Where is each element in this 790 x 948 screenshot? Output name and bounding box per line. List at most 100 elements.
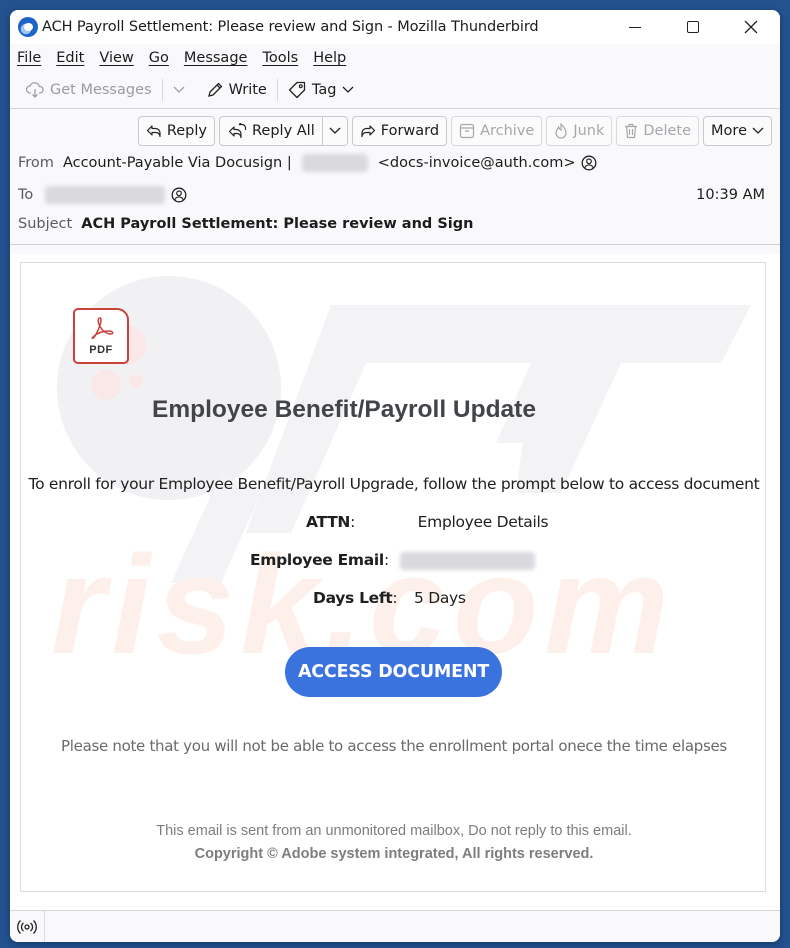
attn-value: Employee Details <box>417 513 549 531</box>
delete-label: Delete <box>643 123 692 139</box>
thunderbird-window: ACH Payroll Settlement: Please review an… <box>10 10 780 942</box>
days-left-label: Days Left <box>313 589 393 607</box>
window-controls <box>606 10 780 44</box>
delete-button[interactable]: Delete <box>616 116 700 146</box>
get-messages-label: Get Messages <box>50 82 152 98</box>
contact-icon[interactable] <box>581 155 597 171</box>
redacted-recipient <box>45 186 166 204</box>
redacted-sender <box>301 154 368 172</box>
footer-copyright: Copyright © Adobe system integrated, All… <box>194 846 594 862</box>
days-left-row: Days Left: 5 Days <box>313 589 466 607</box>
chevron-down-icon <box>752 127 764 134</box>
forward-icon <box>361 125 375 138</box>
reply-all-dropdown[interactable] <box>322 116 348 146</box>
tag-label: Tag <box>311 82 337 98</box>
watermark-logo: risk.com <box>51 276 751 683</box>
chevron-down-icon <box>329 127 341 134</box>
tag-icon <box>288 81 306 99</box>
chevron-down-icon <box>173 86 185 93</box>
attn-label: ATTN <box>306 513 351 531</box>
intro-text: To enroll for your Employee Benefit/Payr… <box>28 475 760 493</box>
email-content: risk.com PDF Employee Benefit/Payroll Up… <box>20 262 766 892</box>
junk-flame-icon <box>555 123 567 139</box>
menu-tools[interactable]: Tools <box>262 50 298 66</box>
to-label: To <box>18 187 34 203</box>
title-bar: ACH Payroll Settlement: Please review an… <box>10 10 780 44</box>
menu-view[interactable]: View <box>99 50 133 66</box>
colon: : <box>383 551 389 569</box>
window-title: ACH Payroll Settlement: Please review an… <box>42 19 539 35</box>
pdf-label: PDF <box>89 344 113 356</box>
employee-email-row: Employee Email: <box>250 551 535 570</box>
pdf-file-icon: PDF <box>73 308 129 364</box>
online-status-button[interactable] <box>10 910 45 942</box>
menu-bar: File Edit View Go Message Tools Help <box>10 44 780 72</box>
message-header: Reply Reply All Forward Archive Junk Del… <box>10 109 780 245</box>
footer-disclaimer: This email is sent from an unmonitored m… <box>156 823 632 839</box>
redacted-email <box>399 551 535 570</box>
more-label: More <box>711 123 747 139</box>
tag-button[interactable]: Tag <box>282 77 361 103</box>
days-left-value: 5 Days <box>414 589 466 607</box>
get-messages-button[interactable]: Get Messages <box>20 78 158 102</box>
archive-label: Archive <box>480 123 535 139</box>
maximize-button[interactable] <box>664 10 722 44</box>
subject-label: Subject <box>18 216 73 232</box>
message-body-pane: risk.com PDF Employee Benefit/Payroll Up… <box>10 254 780 910</box>
acrobat-icon <box>91 317 114 340</box>
message-date: 10:39 AM <box>696 187 765 203</box>
colon: : <box>392 589 398 607</box>
close-icon <box>744 20 758 34</box>
menu-go[interactable]: Go <box>149 50 169 66</box>
toolbar-separator <box>276 79 278 101</box>
reply-icon <box>146 125 161 138</box>
from-email[interactable]: <docs-invoice@auth.com> <box>378 155 576 171</box>
reply-all-icon <box>228 123 247 139</box>
more-button[interactable]: More <box>703 116 772 146</box>
menu-file[interactable]: File <box>17 50 41 66</box>
employee-email-label: Employee Email <box>250 551 384 569</box>
thunderbird-logo-icon <box>18 17 38 37</box>
contact-icon[interactable] <box>171 187 187 203</box>
online-status-icon <box>17 919 37 934</box>
minimize-button[interactable] <box>606 10 664 44</box>
from-row: From Account-Payable Via Docusign | <doc… <box>18 154 597 172</box>
forward-button[interactable]: Forward <box>351 116 448 146</box>
toolbar-separator <box>161 79 163 101</box>
menu-edit[interactable]: Edit <box>56 50 84 66</box>
maximize-icon <box>687 21 699 33</box>
menu-help[interactable]: Help <box>313 50 346 66</box>
cloud-download-icon <box>26 82 44 98</box>
reply-all-label: Reply All <box>252 123 315 139</box>
archive-icon <box>459 123 475 139</box>
minimize-icon <box>629 26 641 28</box>
pencil-icon <box>207 82 222 97</box>
reply-label: Reply <box>166 123 207 139</box>
get-messages-dropdown[interactable] <box>167 82 191 98</box>
junk-button[interactable]: Junk <box>546 116 613 146</box>
junk-label: Junk <box>573 123 605 139</box>
status-bar <box>10 910 780 942</box>
subject-text: ACH Payroll Settlement: Please review an… <box>81 216 474 232</box>
expiry-note: Please note that you will not be able to… <box>61 737 727 755</box>
close-button[interactable] <box>722 10 780 44</box>
reply-all-group: Reply All <box>219 116 348 146</box>
reply-all-button[interactable]: Reply All <box>219 116 323 146</box>
trash-icon <box>625 123 638 139</box>
to-row: To <box>18 186 187 204</box>
email-title: Employee Benefit/Payroll Update <box>152 396 536 423</box>
from-name[interactable]: Account-Payable Via Docusign | <box>63 155 292 171</box>
access-document-button[interactable]: ACCESS DOCUMENT <box>285 647 502 697</box>
archive-button[interactable]: Archive <box>451 116 543 146</box>
from-label: From <box>18 155 54 171</box>
subject-row: Subject ACH Payroll Settlement: Please r… <box>18 216 473 232</box>
reply-button[interactable]: Reply <box>137 116 215 146</box>
colon: : <box>350 513 356 531</box>
forward-label: Forward <box>380 123 440 139</box>
main-toolbar: Get Messages Write Tag <box>10 72 780 109</box>
chevron-down-icon <box>342 86 354 93</box>
attn-row: ATTN: Employee Details <box>306 513 549 531</box>
write-button[interactable]: Write <box>201 78 273 102</box>
message-actions: Reply Reply All Forward Archive Junk Del… <box>137 116 772 146</box>
menu-message[interactable]: Message <box>184 50 248 66</box>
